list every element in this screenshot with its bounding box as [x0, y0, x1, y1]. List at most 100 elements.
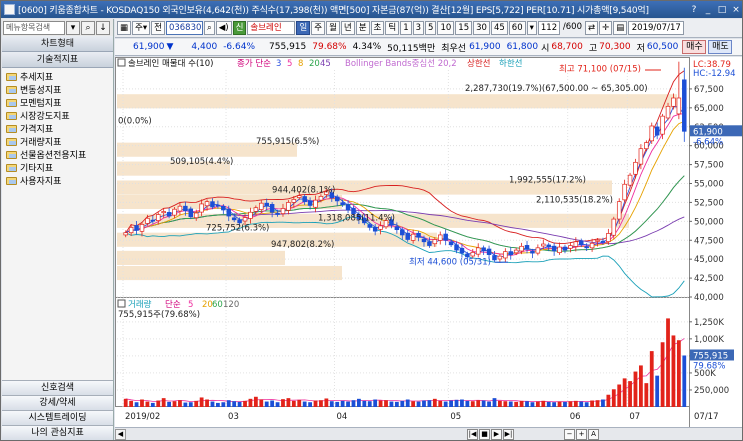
candle-body	[199, 203, 204, 213]
period-tick[interactable]: 틱	[385, 21, 400, 35]
bull-bear-button[interactable]: 강세/약세	[2, 395, 113, 410]
period-minute[interactable]: 분	[355, 21, 370, 35]
x-tick-label: 05	[450, 412, 461, 422]
period-second[interactable]: 초	[370, 21, 385, 35]
volume-bar	[335, 401, 340, 407]
volume-bar	[606, 394, 611, 407]
horizontal-scrollbar[interactable]: ◀ |◀ ■ ▶ ▶| − + A	[115, 427, 742, 440]
date-input[interactable]: 2019/07/17	[628, 21, 685, 35]
minute-60[interactable]: 60	[508, 21, 526, 35]
zoom-out-icon[interactable]: −	[564, 428, 575, 440]
zoom-icon[interactable]: ⇄	[584, 21, 599, 35]
my-indicators-button[interactable]: 나의 관심지표	[2, 425, 113, 440]
signal-search-button[interactable]: 신호검색	[2, 380, 113, 395]
volume-bar	[405, 399, 410, 407]
sell-button[interactable]: 매도	[708, 40, 733, 54]
stock-name-display[interactable]: 솔브레인	[247, 21, 296, 35]
buy-button[interactable]: 매수	[682, 40, 707, 54]
candle-body	[253, 207, 259, 212]
candle-body	[654, 126, 660, 136]
crosshair-icon[interactable]: ✛	[599, 21, 613, 35]
layout-icon[interactable]: ▦	[117, 21, 132, 35]
indicator-tree: 추세지표 변동성지표 모멘텀지표 시장강도지표 가격지표 거래량지표 선물옵션전…	[2, 68, 113, 187]
minute-3[interactable]: 3	[412, 21, 425, 35]
minute-15[interactable]: 15	[455, 21, 473, 35]
close-icon[interactable]: ×	[730, 4, 742, 16]
volume-bar	[259, 399, 264, 407]
candle-body	[394, 226, 400, 231]
volume-bar	[541, 400, 546, 407]
candle-body	[161, 211, 166, 214]
stock-chart[interactable]: 67,50065,00062,50060,00057,50055,00052,5…	[115, 57, 742, 427]
period-month[interactable]: 월	[326, 21, 340, 35]
candle-body	[503, 251, 508, 259]
tree-item-user[interactable]: 사용자지표	[6, 174, 113, 187]
tree-item-price[interactable]: 가격지표	[6, 122, 113, 135]
minute-30[interactable]: 30	[473, 21, 490, 35]
volume-bar	[384, 400, 388, 407]
text-size-icon[interactable]: A	[588, 428, 599, 440]
period-week[interactable]: 주	[311, 21, 326, 35]
app-window: [0600] 키움종합차트 - KOSDAQ150 외국인보유(4,642(천)…	[0, 0, 743, 441]
search-icon[interactable]: ⌕	[81, 20, 95, 35]
minute-45[interactable]: 45	[490, 21, 508, 35]
period-day[interactable]: 일	[296, 21, 311, 35]
best-ask: 61,800	[506, 42, 539, 52]
chart-area[interactable]: 67,50065,00062,50060,00057,50055,00052,5…	[115, 57, 742, 427]
zoom-in-icon[interactable]: +	[576, 428, 587, 440]
tree-item-other[interactable]: 기타지표	[6, 161, 113, 174]
volume-bar	[454, 399, 459, 407]
bb-lower-legend: 하한선	[499, 58, 522, 69]
minute-10[interactable]: 10	[437, 21, 455, 35]
pause-icon[interactable]: ■	[479, 428, 490, 440]
tree-item-trend[interactable]: 추세지표	[6, 70, 113, 83]
volume-bar	[579, 401, 584, 407]
prev-button[interactable]: 전	[151, 21, 165, 35]
indicator-header[interactable]: 기술적지표	[2, 52, 113, 68]
volume-bar	[394, 401, 399, 407]
tree-item-volatility[interactable]: 변동성지표	[6, 83, 113, 96]
display-count[interactable]: 112	[537, 21, 560, 35]
sound-icon[interactable]: ◀)	[215, 21, 232, 35]
calendar-icon[interactable]: ▤	[613, 21, 628, 35]
volume-bar	[286, 398, 291, 407]
candle-body	[519, 245, 524, 252]
first-icon[interactable]: |◀	[467, 428, 478, 440]
tree-item-futures-options[interactable]: 선물옵션전용지표	[6, 148, 113, 161]
best-label: 최우선	[441, 43, 467, 54]
scroll-track[interactable]	[126, 429, 466, 440]
tree-item-volume[interactable]: 거래량지표	[6, 135, 113, 148]
search-icon[interactable]: ⌕	[203, 21, 215, 35]
maximize-icon[interactable]: □	[716, 4, 728, 16]
more-dropdown-icon[interactable]: ▾	[526, 21, 537, 35]
volume-bar	[557, 401, 562, 407]
volume-bar	[270, 400, 275, 407]
stock-menu-button[interactable]: 주▾	[132, 21, 151, 35]
scroll-left-icon[interactable]: ◀	[115, 428, 126, 440]
minimize-icon[interactable]: _	[702, 4, 714, 16]
stock-code-input[interactable]: 036830	[165, 21, 203, 35]
candle-body	[128, 227, 134, 234]
candle-body	[177, 205, 183, 212]
down-arrow-icon[interactable]: ↓	[96, 20, 110, 35]
volume-bar	[367, 401, 372, 407]
menu-search-input[interactable]: 메뉴항목검색	[3, 20, 65, 35]
period-year[interactable]: 년	[340, 21, 355, 35]
volume-bar	[145, 401, 150, 407]
candle-body	[443, 233, 448, 241]
candle-body	[644, 142, 649, 150]
candle-body	[421, 238, 427, 243]
candle-body	[454, 244, 459, 251]
volume-bar	[140, 399, 144, 407]
tree-item-market-strength[interactable]: 시장강도지표	[6, 109, 113, 122]
last-icon[interactable]: ▶|	[503, 428, 514, 440]
dropdown-icon[interactable]: ▾	[66, 20, 80, 35]
tree-item-momentum[interactable]: 모멘텀지표	[6, 96, 113, 109]
help-icon[interactable]: ?	[688, 4, 700, 16]
play-icon[interactable]: ▶	[491, 428, 502, 440]
candle-body	[638, 148, 644, 165]
chart-type-header[interactable]: 차트형태	[2, 36, 113, 52]
system-trading-button[interactable]: 시스템트레이딩	[2, 410, 113, 425]
minute-5[interactable]: 5	[425, 21, 437, 35]
minute-1[interactable]: 1	[400, 21, 412, 35]
